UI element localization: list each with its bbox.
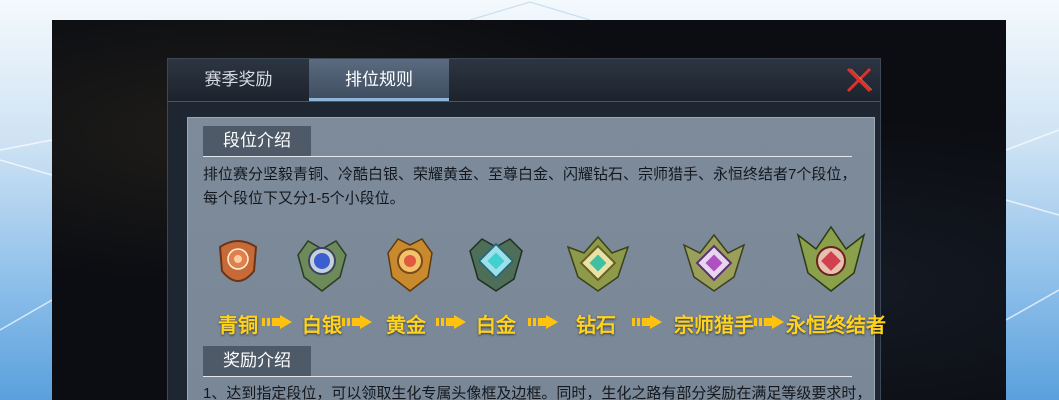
intro-line-2: 每个段位下又分1-5个小段位。 (203, 190, 405, 207)
intro-text: 排位赛分坚毅青铜、冷酷白银、荣耀黄金、至尊白金、闪耀钻石、宗师猎手、永恒终结者7… (203, 163, 856, 211)
section-title-reward: 奖励介绍 (203, 346, 311, 376)
arrow-right-icon (262, 315, 292, 329)
tab-bar: 赛季奖励 排位规则 (168, 59, 880, 102)
rules-dialog: 赛季奖励 排位规则 段位介绍 排位赛分坚毅青铜、冷酷白银、荣耀黄金、至尊白金、闪… (167, 58, 886, 400)
platinum-rank-icon (469, 238, 523, 292)
rank-label-silver: 白银 (302, 315, 342, 337)
arrow-right-icon (342, 315, 372, 329)
intro-line-1: 排位赛分坚毅青铜、冷酷白银、荣耀黄金、至尊白金、闪耀钻石、宗师猎手、永恒终结者7… (203, 166, 857, 183)
arrow-right-icon (528, 315, 558, 329)
close-icon[interactable] (842, 63, 876, 97)
rank-label-gold: 黄金 (386, 315, 426, 337)
master-hunter-rank-icon (682, 233, 746, 292)
bronze-rank-icon (218, 240, 258, 282)
rank-label-diamond: 钻石 (576, 315, 616, 337)
arrow-right-icon (632, 315, 662, 329)
eternal-terminator-rank-icon (796, 225, 866, 292)
reward-text: 1、达到指定段位，可以领取生化专属头像框及边框。同时，生化之路有部分奖励在满足等… (203, 382, 871, 400)
game-screen: 赛季奖励 排位规则 段位介绍 排位赛分坚毅青铜、冷酷白银、荣耀黄金、至尊白金、闪… (52, 20, 1006, 400)
section-title-intro: 段位介绍 (203, 126, 311, 156)
section-header-intro: 段位介绍 (203, 126, 852, 157)
rank-label-bronze: 青铜 (218, 315, 258, 337)
tab-rank-rules[interactable]: 排位规则 (309, 59, 449, 101)
rank-label-master-hunter: 宗师猎手 (674, 315, 754, 337)
tab-season-rewards[interactable]: 赛季奖励 (168, 59, 309, 101)
rank-progression: 青铜 白银 黄金 白金 钻石 宗师猎手 永恒终结者 (188, 225, 886, 343)
arrow-right-icon (436, 315, 466, 329)
content-panel: 段位介绍 排位赛分坚毅青铜、冷酷白银、荣耀黄金、至尊白金、闪耀钻石、宗师猎手、永… (187, 117, 886, 400)
rank-label-platinum: 白金 (476, 315, 516, 337)
rank-label-eternal-terminator: 永恒终结者 (786, 315, 886, 337)
gold-rank-icon (387, 238, 433, 292)
arrow-right-icon (754, 315, 784, 329)
reward-line-1: 1、达到指定段位，可以领取生化专属头像框及边框。同时，生化之路有部分奖励在满足等… (203, 385, 872, 400)
section-header-reward: 奖励介绍 (203, 346, 852, 377)
silver-rank-icon (297, 240, 347, 292)
diamond-rank-icon (566, 235, 630, 292)
